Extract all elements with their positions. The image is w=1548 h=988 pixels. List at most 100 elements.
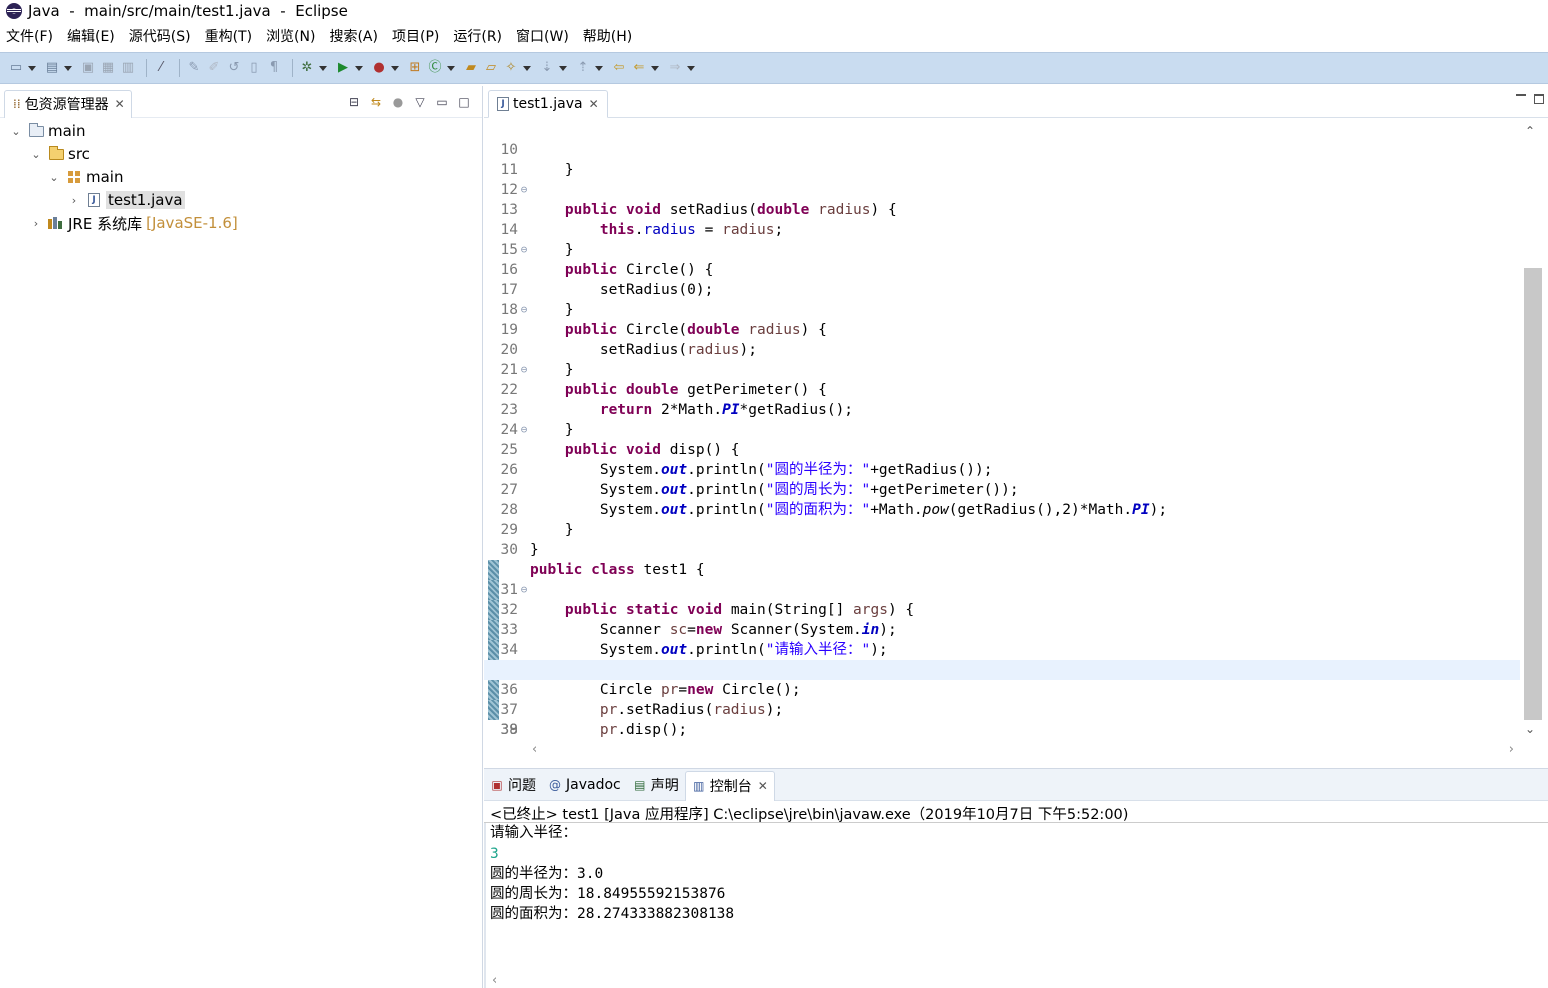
forward-icon[interactable]: ⇒ bbox=[667, 60, 683, 76]
menu-project[interactable]: 项目(P) bbox=[392, 26, 439, 46]
run-icon[interactable]: ▶ bbox=[335, 60, 351, 76]
toolbar-separator bbox=[146, 59, 147, 77]
menu-file[interactable]: 文件(F) bbox=[6, 26, 53, 46]
next-annotation-dropdown-arrow[interactable] bbox=[559, 60, 567, 76]
scroll-down-icon[interactable]: ⌄ bbox=[1525, 722, 1535, 736]
save-icon[interactable]: ▣ bbox=[80, 60, 96, 76]
code-line: 27 System.out.println("圆的面积为："+Math.pow(… bbox=[500, 482, 1168, 518]
highlight-icon[interactable]: ✐ bbox=[206, 60, 222, 76]
chevron-down-icon[interactable]: ⌄ bbox=[30, 148, 42, 161]
tab-label: Javadoc bbox=[566, 776, 621, 793]
scroll-left-icon[interactable]: ‹ bbox=[532, 742, 537, 757]
chevron-right-icon[interactable]: › bbox=[30, 217, 42, 230]
tab-console[interactable]: ▥ 控制台 ✕ bbox=[684, 770, 775, 801]
open-dropdown-arrow[interactable] bbox=[64, 60, 72, 76]
chevron-down-icon[interactable]: ⌄ bbox=[48, 171, 60, 184]
new-dropdown-arrow[interactable] bbox=[28, 60, 36, 76]
new-class-dropdown-arrow[interactable] bbox=[447, 60, 455, 76]
focus-icon[interactable]: ● bbox=[390, 94, 406, 110]
prev-annotation-dropdown-arrow[interactable] bbox=[595, 60, 603, 76]
code-line: 26 System.out.println("圆的周长为："+getPerime… bbox=[500, 462, 1019, 498]
next-annotation-icon[interactable]: ⇣ bbox=[539, 60, 555, 76]
tree-item-jre[interactable]: › JRE 系统库 [JavaSE-1.6] bbox=[30, 212, 238, 234]
back-dropdown-arrow[interactable] bbox=[651, 60, 659, 76]
console-input-line: 3 bbox=[490, 846, 499, 862]
editor-horizontal-scrollbar[interactable]: ‹ › bbox=[528, 742, 1520, 760]
tab-package-explorer[interactable]: ⁞⁞ 包资源管理器 ✕ bbox=[4, 89, 132, 118]
problems-icon: ▣ bbox=[491, 777, 503, 792]
title-bar: Java - main/src/main/test1.java - Eclips… bbox=[0, 0, 1548, 22]
link-with-editor-icon[interactable]: ⇆ bbox=[368, 94, 384, 110]
open-project-icon[interactable]: ▰ bbox=[463, 60, 479, 76]
block-selection-icon[interactable]: ↺ bbox=[226, 60, 242, 76]
minimize-icon[interactable]: ▭ bbox=[434, 94, 450, 110]
open-type-icon[interactable]: ▤ bbox=[44, 60, 60, 76]
chevron-right-icon[interactable]: › bbox=[68, 194, 80, 207]
menu-search[interactable]: 搜索(A) bbox=[329, 26, 378, 46]
new-icon[interactable]: ▭ bbox=[8, 60, 24, 76]
save-all-icon[interactable]: ▦ bbox=[100, 60, 116, 76]
package-explorer-view: ⁞⁞ 包资源管理器 ✕ ⊟ ⇆ ● ▽ ▭ □ ⌄ main ⌄ src ⌄ m… bbox=[0, 86, 483, 988]
editor-tab-test1[interactable]: J test1.java ✕ bbox=[488, 90, 608, 118]
menu-refactor[interactable]: 重构(T) bbox=[205, 26, 252, 46]
close-icon[interactable]: ✕ bbox=[758, 779, 768, 793]
paragraph-icon[interactable]: ¶ bbox=[266, 60, 282, 76]
prev-annotation-icon[interactable]: ⇡ bbox=[575, 60, 591, 76]
tree-item-label: main bbox=[48, 122, 86, 140]
code-line: 15 ⊖ public Circle() { bbox=[500, 242, 714, 278]
mark-occurrences-icon[interactable]: ✎ bbox=[186, 60, 202, 76]
search-torch-icon[interactable]: ✧ bbox=[503, 60, 519, 76]
jre-version-label: [JavaSE-1.6] bbox=[146, 214, 238, 232]
tree-item-label: test1.java bbox=[106, 191, 185, 209]
last-edit-location-icon[interactable]: ⇦ bbox=[611, 60, 627, 76]
code-line: 14 } bbox=[500, 222, 574, 258]
console-tabbar: ▣ 问题 @ Javadoc ▤ 声明 ▥ 控制台 ✕ bbox=[484, 769, 1548, 801]
coverage-dropdown-arrow[interactable] bbox=[391, 60, 399, 76]
maximize-icon[interactable]: □ bbox=[456, 94, 472, 110]
print-icon[interactable]: ▥ bbox=[120, 60, 136, 76]
menu-run[interactable]: 运行(R) bbox=[453, 26, 502, 46]
menu-navigate[interactable]: 浏览(N) bbox=[266, 26, 315, 46]
close-icon[interactable]: ✕ bbox=[115, 97, 125, 111]
tree-item-src[interactable]: ⌄ src bbox=[30, 143, 90, 165]
menu-bar: 文件(F) 编辑(E) 源代码(S) 重构(T) 浏览(N) 搜索(A) 项目(… bbox=[0, 24, 1548, 48]
code-editor[interactable]: 10 } 11 12 ⊖ public void setRadius(double… bbox=[484, 120, 1520, 740]
run-dropdown-arrow[interactable] bbox=[355, 60, 363, 76]
package-explorer-icon: ⁞⁞ bbox=[13, 97, 21, 111]
menu-edit[interactable]: 编辑(E) bbox=[67, 26, 115, 46]
chevron-down-icon[interactable]: ⌄ bbox=[10, 125, 22, 138]
scroll-right-icon[interactable]: › bbox=[1509, 742, 1514, 757]
window-title: Java - main/src/main/test1.java - Eclips… bbox=[28, 2, 348, 20]
tab-javadoc[interactable]: @ Javadoc bbox=[542, 770, 627, 800]
menu-window[interactable]: 窗口(W) bbox=[516, 26, 569, 46]
menu-help[interactable]: 帮助(H) bbox=[583, 26, 632, 46]
tree-item-package[interactable]: ⌄ main bbox=[48, 166, 123, 188]
new-package-icon[interactable]: ⊞ bbox=[407, 60, 423, 76]
open-folder-icon[interactable]: ▱ bbox=[483, 60, 499, 76]
show-whitespace-icon[interactable]: ▯ bbox=[246, 60, 262, 76]
debug-icon[interactable]: ✲ bbox=[299, 60, 315, 76]
new-class-icon[interactable]: Ⓒ bbox=[427, 60, 443, 76]
code-line: 20 } bbox=[500, 342, 574, 378]
tree-item-file[interactable]: › J test1.java bbox=[68, 189, 185, 211]
tab-declaration[interactable]: ▤ 声明 bbox=[627, 770, 685, 800]
collapse-all-icon[interactable]: ⊟ bbox=[346, 94, 362, 110]
tree-item-project[interactable]: ⌄ main bbox=[10, 120, 85, 142]
scroll-left-icon[interactable]: ‹ bbox=[492, 973, 497, 988]
toggle-breadcrumb-icon[interactable]: ⁄ bbox=[153, 60, 169, 76]
scroll-up-icon[interactable]: ⌃ bbox=[1525, 124, 1535, 138]
minimize-icon[interactable] bbox=[1516, 94, 1526, 96]
debug-dropdown-arrow[interactable] bbox=[319, 60, 327, 76]
menu-source[interactable]: 源代码(S) bbox=[129, 26, 191, 46]
coverage-icon[interactable]: ● bbox=[371, 60, 387, 76]
tree-item-label: JRE 系统库 bbox=[68, 214, 143, 233]
scrollbar-thumb[interactable] bbox=[1524, 268, 1542, 720]
tab-problems[interactable]: ▣ 问题 bbox=[484, 770, 542, 800]
back-icon[interactable]: ⇐ bbox=[631, 60, 647, 76]
editor-vertical-scrollbar[interactable]: ⌃ ⌄ bbox=[1520, 120, 1542, 740]
view-menu-icon[interactable]: ▽ bbox=[412, 94, 428, 110]
search-dropdown-arrow[interactable] bbox=[523, 60, 531, 76]
maximize-icon[interactable] bbox=[1534, 94, 1544, 104]
forward-dropdown-arrow[interactable] bbox=[687, 60, 695, 76]
close-icon[interactable]: ✕ bbox=[589, 97, 599, 111]
